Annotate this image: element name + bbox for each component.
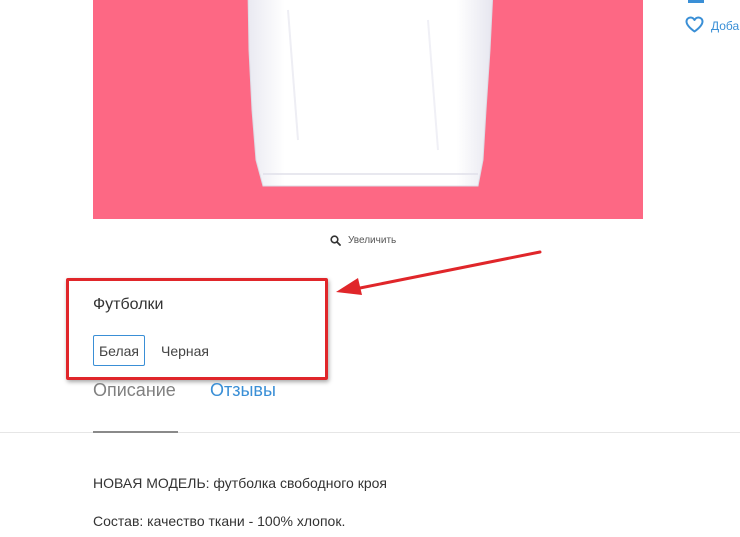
- product-page: Увеличить Доба Футболки Белая Черная Опи…: [0, 0, 740, 537]
- description-line: НОВАЯ МОДЕЛЬ: футболка свободного кроя: [93, 475, 387, 491]
- active-tab-underline: [93, 431, 178, 433]
- annotation-arrow: [336, 250, 542, 295]
- right-column-mark: [688, 0, 704, 3]
- tab-reviews[interactable]: Отзывы: [210, 380, 276, 401]
- heart-icon: [685, 16, 704, 36]
- tshirt-image: [247, 0, 494, 187]
- tab-description[interactable]: Описание: [93, 380, 176, 401]
- add-to-wishlist-link[interactable]: Доба: [685, 16, 739, 36]
- wishlist-label: Доба: [711, 19, 740, 33]
- description-line: Состав: качество ткани - 100% хлопок.: [93, 513, 346, 529]
- product-image[interactable]: [93, 0, 643, 219]
- annotation-highlight-box: [66, 278, 328, 380]
